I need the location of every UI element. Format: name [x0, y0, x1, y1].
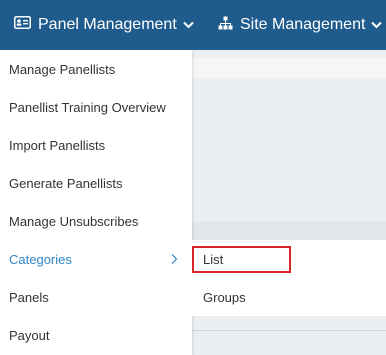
nav-site-management-label: Site Management: [240, 16, 366, 33]
menu-item-label: Generate Panellists: [9, 175, 123, 191]
nav-panel-management[interactable]: Panel Management: [14, 0, 194, 50]
submenu-item-label: Groups: [203, 289, 246, 305]
submenu-item-groups[interactable]: Groups: [192, 278, 386, 316]
panel-management-dropdown: Manage Panellists Panellist Training Ove…: [0, 50, 192, 355]
background-strip: [192, 222, 386, 240]
menu-item-manage-panellists[interactable]: Manage Panellists: [0, 50, 192, 88]
menu-item-label: Manage Unsubscribes: [9, 213, 139, 229]
nav-panel-management-label: Panel Management: [38, 16, 177, 33]
menu-item-label: Panels: [9, 289, 49, 305]
background-divider: [192, 330, 386, 331]
categories-submenu: List Groups: [192, 240, 386, 316]
sitemap-icon: [218, 16, 233, 35]
menu-item-label: Panellist Training Overview: [9, 99, 166, 115]
id-card-icon: [14, 16, 31, 34]
chevron-down-icon: [371, 21, 383, 29]
nav-site-management[interactable]: Site Management: [218, 0, 383, 50]
menu-item-generate-panellists[interactable]: Generate Panellists: [0, 164, 192, 202]
menu-item-label: Payout: [9, 327, 50, 343]
top-navbar: Panel Management Site Management: [0, 0, 386, 50]
submenu-item-label: List: [203, 251, 224, 267]
menu-item-import-panellists[interactable]: Import Panellists: [0, 126, 192, 164]
submenu-item-list[interactable]: List: [192, 240, 386, 278]
menu-item-categories[interactable]: Categories: [0, 240, 192, 278]
background-card: [192, 58, 386, 78]
menu-item-label: Import Panellists: [9, 137, 106, 153]
menu-item-panellist-training-overview[interactable]: Panellist Training Overview: [0, 88, 192, 126]
menu-item-panels[interactable]: Panels: [0, 278, 192, 316]
menu-item-payout[interactable]: Payout: [0, 316, 192, 354]
menu-item-label: Categories: [9, 251, 72, 267]
menu-item-label: Manage Panellists: [9, 61, 116, 77]
chevron-right-icon: [168, 252, 180, 266]
chevron-down-icon: [183, 21, 194, 29]
menu-item-manage-unsubscribes[interactable]: Manage Unsubscribes: [0, 202, 192, 240]
